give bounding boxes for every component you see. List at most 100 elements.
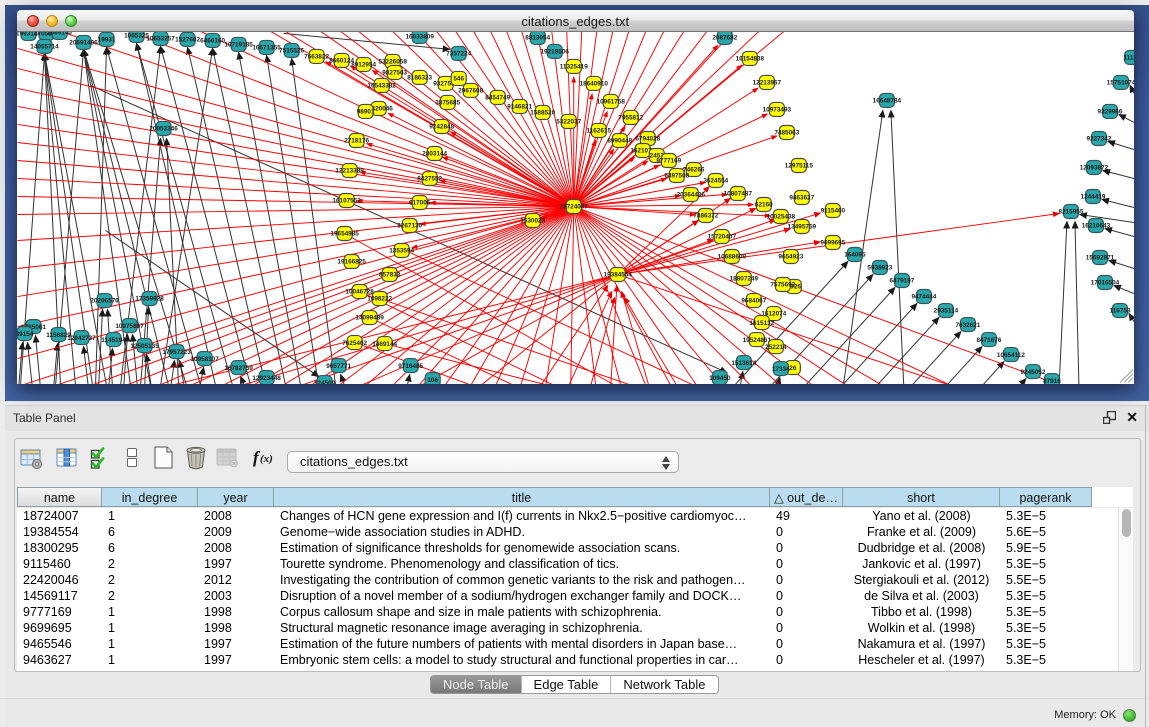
svg-text:10973493: 10973493 (762, 107, 791, 114)
svg-text:9463627: 9463627 (789, 195, 814, 202)
svg-text:18807249: 18807249 (729, 276, 758, 283)
svg-text:11325419: 11325419 (559, 64, 588, 71)
svg-text:9827503: 9827503 (382, 70, 407, 77)
svg-text:16154838: 16154838 (735, 56, 764, 63)
svg-text:14055714: 14055714 (30, 44, 59, 51)
svg-text:39154: 39154 (17, 331, 34, 338)
svg-text:17334: 17334 (771, 366, 789, 373)
svg-text:17016504: 17016504 (1090, 280, 1119, 287)
svg-text:9474444: 9474444 (911, 294, 936, 301)
svg-text:8990448: 8990448 (607, 138, 632, 145)
svg-text:9146821: 9146821 (507, 104, 532, 111)
svg-text:12923448: 12923448 (252, 375, 281, 382)
svg-text:16107552: 16107552 (332, 198, 361, 205)
svg-text:19524861: 19524861 (742, 337, 771, 344)
svg-text:7515526: 7515526 (279, 48, 304, 55)
svg-text:9245052: 9245052 (1020, 369, 1045, 376)
svg-text:10958107: 10958107 (190, 356, 219, 363)
svg-text:9716485: 9716485 (398, 363, 423, 370)
svg-text:9654923: 9654923 (778, 254, 803, 261)
svg-text:7625402: 7625402 (342, 340, 367, 347)
svg-text:18640910: 18640910 (579, 81, 608, 88)
svg-text:87916: 87916 (1043, 378, 1061, 384)
svg-text:19166825: 19166825 (337, 259, 366, 266)
svg-text:12975115: 12975115 (784, 163, 813, 170)
svg-text:15692971: 15692971 (1085, 255, 1114, 262)
svg-text:9227342: 9227342 (1086, 136, 1111, 143)
svg-text:1527602: 1527602 (175, 37, 200, 44)
svg-text:546: 546 (453, 76, 464, 83)
svg-text:5322037: 5322037 (556, 119, 581, 126)
svg-text:12505135: 12505135 (130, 343, 159, 350)
svg-text:10688609: 10688609 (717, 254, 746, 261)
svg-text:1353594: 1353594 (389, 248, 414, 255)
svg-text:17957223: 17957223 (162, 349, 191, 356)
svg-text:(x): (x) (260, 453, 273, 465)
svg-text:124509: 124509 (313, 380, 335, 384)
svg-text:12213967: 12213967 (752, 80, 781, 87)
svg-text:106: 106 (427, 377, 438, 384)
svg-text:6794028: 6794028 (635, 136, 660, 143)
svg-text:2087682: 2087682 (712, 35, 737, 42)
svg-text:7485063: 7485063 (774, 130, 799, 137)
svg-text:15751074: 15751074 (1106, 80, 1134, 87)
svg-text:26: 26 (789, 365, 797, 372)
svg-text:9699695: 9699695 (820, 240, 845, 247)
svg-text:7357224: 7357224 (446, 51, 471, 58)
svg-text:109450: 109450 (709, 375, 731, 382)
svg-text:10807487: 10807487 (723, 191, 752, 198)
svg-text:7663822: 7663822 (304, 54, 329, 61)
svg-text:1469144: 1469144 (372, 341, 397, 348)
svg-text:17359928: 17359928 (135, 296, 164, 303)
svg-text:857833: 857833 (379, 272, 401, 279)
svg-text:10025438: 10025438 (766, 214, 795, 221)
svg-text:3875685: 3875685 (435, 100, 460, 107)
svg-text:7886372: 7886372 (693, 213, 718, 220)
svg-text:7575692: 7575692 (770, 282, 795, 289)
svg-text:12213389: 12213389 (335, 168, 364, 175)
svg-text:12942737: 12942737 (67, 335, 96, 342)
svg-text:2803144: 2803144 (422, 151, 447, 158)
svg-text:8813054: 8813054 (525, 35, 550, 42)
svg-text:11122: 11122 (1123, 55, 1134, 62)
svg-text:1530023: 1530023 (520, 218, 545, 225)
svg-text:10046728: 10046728 (345, 289, 374, 296)
svg-text:20053346: 20053346 (149, 126, 178, 133)
svg-text:164095: 164095 (844, 252, 866, 259)
svg-text:9115460: 9115460 (820, 208, 845, 215)
svg-text:10654112: 10654112 (996, 352, 1025, 359)
svg-text:10961758: 10961758 (596, 99, 625, 106)
svg-text:8471676: 8471676 (976, 337, 1001, 344)
svg-text:8427552: 8427552 (417, 176, 442, 183)
svg-text:53226058: 53226058 (378, 59, 407, 66)
svg-text:5938923: 5938923 (867, 265, 892, 272)
svg-text:16033809: 16033809 (405, 34, 434, 41)
svg-text:1244419: 1244419 (1080, 194, 1105, 201)
svg-text:1145194: 1145194 (101, 337, 126, 344)
svg-text:1588520: 1588520 (530, 110, 555, 117)
svg-text:7632621: 7632621 (955, 322, 980, 329)
svg-text:16648784: 16648784 (872, 98, 901, 105)
svg-text:98901: 98901 (356, 109, 374, 116)
svg-text:20691406: 20691406 (69, 40, 98, 47)
svg-text:16543382: 16543382 (367, 83, 396, 90)
svg-text:2967608: 2967608 (458, 88, 483, 95)
svg-text:8454749: 8454749 (485, 95, 510, 102)
svg-text:19218506: 19218506 (540, 49, 569, 56)
svg-text:10719185: 10719185 (224, 42, 253, 49)
svg-text:15720407: 15720407 (707, 234, 736, 241)
svg-text:7955812: 7955812 (618, 115, 643, 122)
svg-text:14099489: 14099489 (355, 315, 384, 322)
svg-text:10975867: 10975867 (115, 323, 144, 330)
svg-text:10653257: 10653257 (146, 36, 175, 43)
svg-text:8215955: 8215955 (1058, 209, 1083, 216)
svg-text:3624554: 3624554 (703, 178, 728, 185)
svg-text:1162615: 1162615 (586, 128, 611, 135)
svg-text:9657771: 9657771 (326, 363, 351, 370)
svg-text:19654985: 19654985 (330, 231, 359, 238)
svg-text:6466160: 6466160 (200, 38, 225, 45)
svg-text:16782759: 16782759 (224, 365, 253, 372)
svg-text:116753: 116753 (1109, 308, 1130, 315)
svg-text:9329966: 9329966 (1097, 109, 1122, 116)
svg-text:16210643: 16210643 (1081, 223, 1110, 230)
